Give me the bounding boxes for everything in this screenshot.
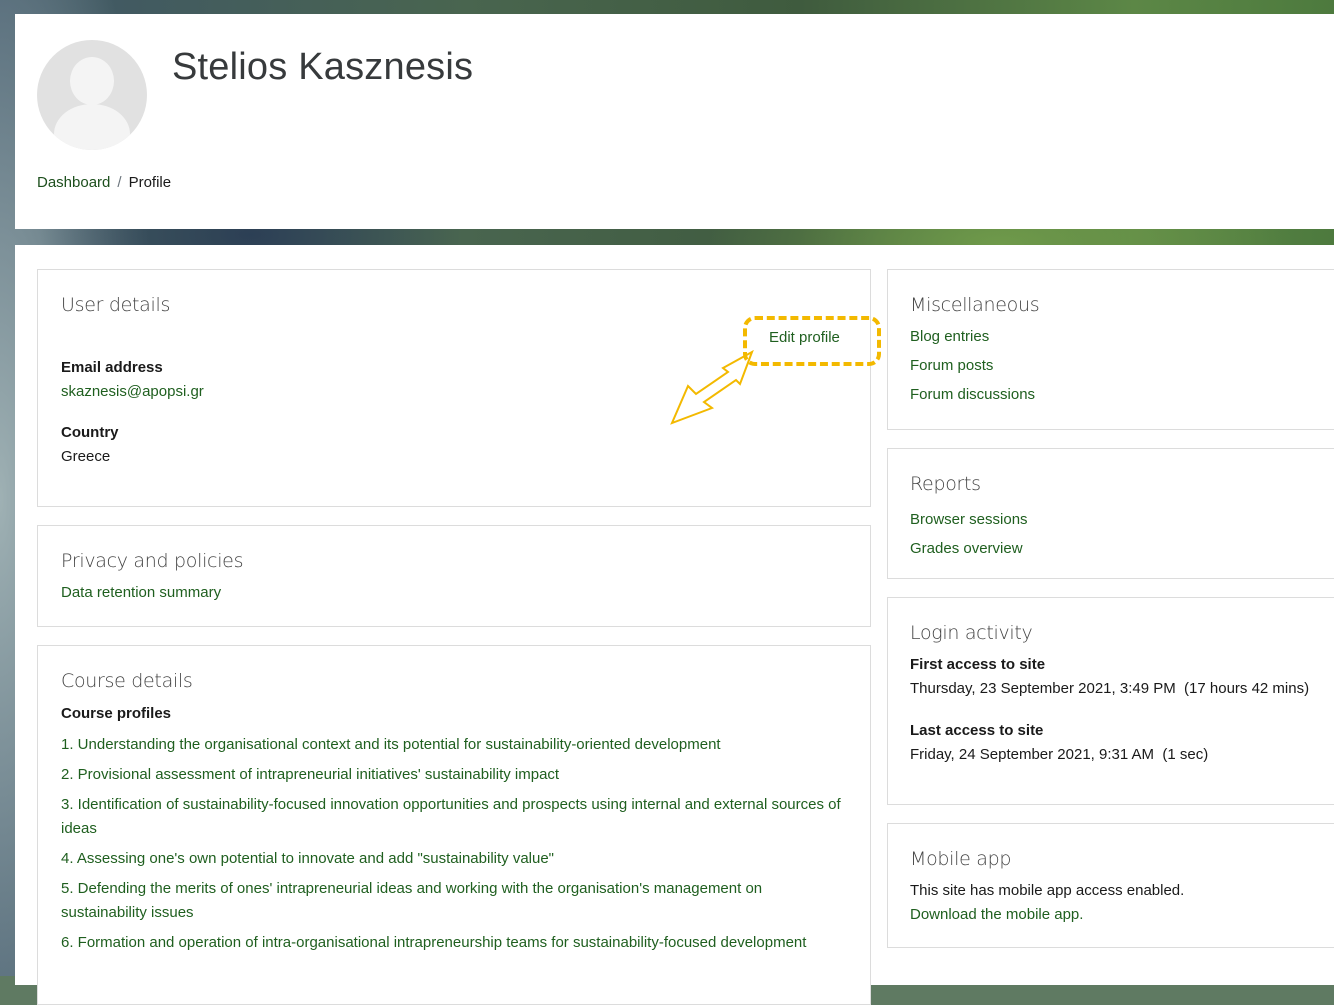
pointer-arrow-icon — [670, 350, 754, 425]
course-details-title: Course details — [61, 670, 193, 692]
list-item: 4. Assessing one's own potential to inno… — [61, 847, 851, 871]
last-access-label: Last access to site — [910, 722, 1044, 739]
miscellaneous-title: Miscellaneous — [910, 294, 1040, 316]
email-value-link[interactable]: skaznesis@apopsi.gr — [61, 383, 204, 400]
course-details-card: Course details Course profiles 1. Unders… — [37, 645, 871, 1005]
reports-title: Reports — [910, 473, 981, 495]
avatar-head-shape — [70, 57, 114, 105]
reports-links: Browser sessions Grades overview — [910, 505, 1028, 563]
highlight-dashed-box — [743, 316, 881, 366]
course-list: 1. Understanding the organisational cont… — [61, 733, 851, 961]
privacy-title: Privacy and policies — [61, 550, 244, 572]
avatar-shoulders-shape — [54, 104, 130, 150]
mobile-app-text: This site has mobile app access enabled. — [910, 882, 1185, 899]
course-link-3[interactable]: 3. Identification of sustainability-focu… — [61, 793, 851, 841]
login-activity-card: Login activity First access to site Thur… — [887, 597, 1334, 805]
course-link-5[interactable]: 5. Defending the merits of ones' intrapr… — [61, 877, 851, 925]
breadcrumb-dashboard[interactable]: Dashboard — [37, 174, 110, 191]
avatar[interactable] — [37, 40, 147, 150]
miscellaneous-card: Miscellaneous Blog entries Forum posts F… — [887, 269, 1334, 430]
user-details-title: User details — [61, 294, 171, 316]
list-item: 6. Formation and operation of intra-orga… — [61, 931, 851, 955]
course-link-2[interactable]: 2. Provisional assessment of intrapreneu… — [61, 763, 851, 787]
breadcrumb: Dashboard / Profile — [37, 174, 171, 191]
mobile-app-title: Mobile app — [910, 848, 1012, 870]
course-link-4[interactable]: 4. Assessing one's own potential to inno… — [61, 847, 851, 871]
mobile-app-card: Mobile app This site has mobile app acce… — [887, 823, 1334, 948]
user-details-card: User details Edit profile Email address … — [37, 269, 881, 507]
course-link-6[interactable]: 6. Formation and operation of intra-orga… — [61, 931, 851, 955]
country-value: Greece — [61, 448, 111, 465]
download-mobile-app-link[interactable]: Download the mobile app. — [910, 906, 1083, 923]
blog-entries-link[interactable]: Blog entries — [910, 322, 1035, 351]
miscellaneous-links: Blog entries Forum posts Forum discussio… — [910, 322, 1035, 409]
list-item: 1. Understanding the organisational cont… — [61, 733, 851, 757]
country-label: Country — [61, 424, 119, 441]
browser-sessions-link[interactable]: Browser sessions — [910, 505, 1028, 534]
course-profiles-label: Course profiles — [61, 705, 172, 722]
page-title: Stelios Kasznesis — [172, 46, 474, 88]
breadcrumb-profile[interactable]: Profile — [129, 174, 172, 191]
privacy-card: Privacy and policies Data retention summ… — [37, 525, 871, 627]
first-access-label: First access to site — [910, 656, 1046, 673]
list-item: 2. Provisional assessment of intrapreneu… — [61, 763, 851, 787]
course-link-1[interactable]: 1. Understanding the organisational cont… — [61, 733, 851, 757]
forum-posts-link[interactable]: Forum posts — [910, 351, 1035, 380]
grades-overview-link[interactable]: Grades overview — [910, 534, 1028, 563]
reports-card: Reports Browser sessions Grades overview — [887, 448, 1334, 579]
forum-discussions-link[interactable]: Forum discussions — [910, 380, 1035, 409]
main-content: User details Edit profile Email address … — [15, 245, 1334, 1005]
data-retention-link[interactable]: Data retention summary — [61, 584, 221, 601]
email-label: Email address — [61, 359, 163, 376]
login-activity-title: Login activity — [910, 622, 1033, 644]
list-item: 3. Identification of sustainability-focu… — [61, 793, 851, 841]
first-access-value: Thursday, 23 September 2021, 3:49 PM (17… — [910, 680, 1310, 697]
last-access-value: Friday, 24 September 2021, 9:31 AM (1 se… — [910, 746, 1209, 763]
page-header: Stelios Kasznesis Dashboard / Profile — [15, 14, 1334, 229]
list-item: 5. Defending the merits of ones' intrapr… — [61, 877, 851, 925]
breadcrumb-separator: / — [117, 174, 122, 191]
